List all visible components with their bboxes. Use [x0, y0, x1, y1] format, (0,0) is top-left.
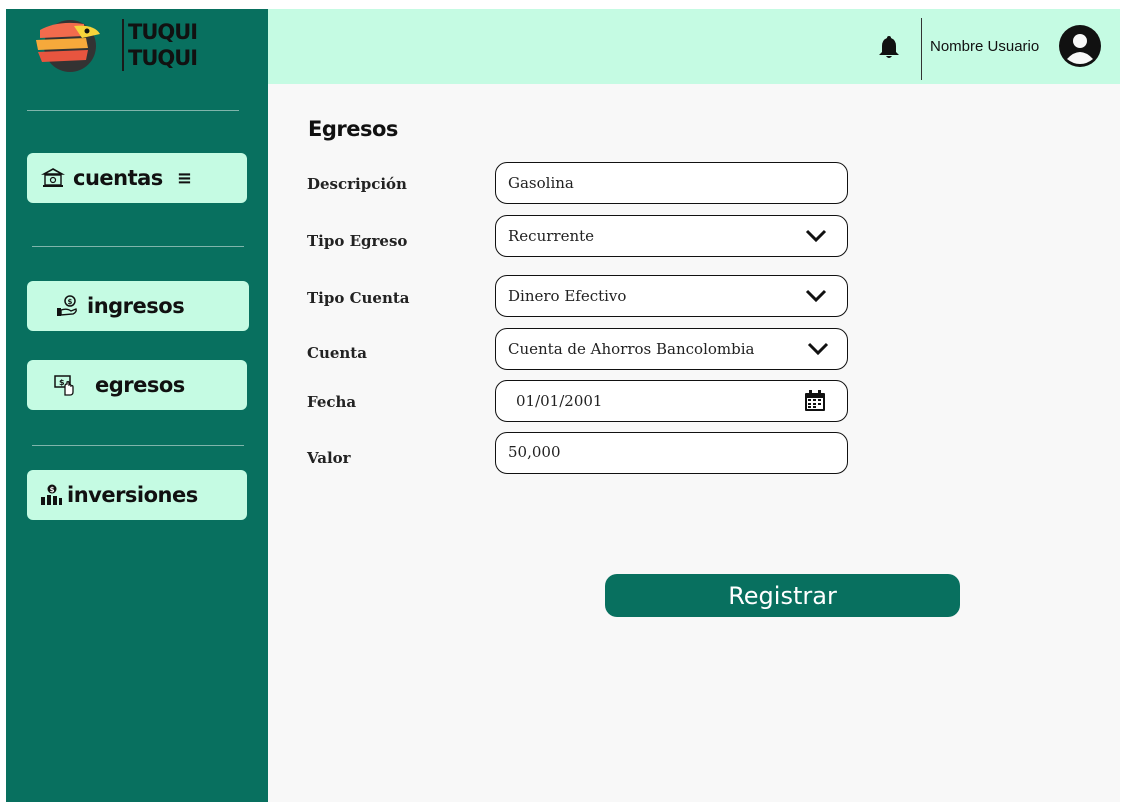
sidebar-item-egresos[interactable]: $ egresos: [27, 360, 247, 410]
field-value: 50,000: [508, 443, 561, 461]
hand-coin-icon: $: [55, 294, 79, 318]
cuenta-select[interactable]: Cuenta de Ahorros Bancolombia: [495, 328, 848, 370]
brand-line-1: TUQUI: [128, 20, 198, 44]
svg-text:$: $: [59, 378, 65, 387]
field-value: Dinero Efectivo: [508, 287, 627, 305]
sidebar-item-inversiones[interactable]: $ inversiones: [27, 470, 247, 520]
sidebar-divider: [32, 246, 244, 247]
field-value: 01/01/2001: [516, 392, 603, 410]
sidebar-divider: [27, 110, 239, 111]
sidebar-item-ingresos[interactable]: $ ingresos: [27, 281, 249, 331]
calendar-icon[interactable]: [803, 389, 827, 413]
brand-line-2: TUQUI: [128, 46, 198, 70]
field-label-descripcion: Descripción: [307, 175, 407, 193]
svg-text:$: $: [68, 298, 73, 306]
field-value: Cuenta de Ahorros Bancolombia: [508, 340, 755, 358]
chevron-down-icon: [805, 229, 827, 243]
bell-icon[interactable]: [878, 34, 900, 60]
field-label-fecha: Fecha: [307, 393, 357, 411]
user-avatar-icon[interactable]: [1058, 24, 1102, 68]
cash-hand-icon: $: [53, 373, 77, 397]
field-label-tipo-cuenta: Tipo Cuenta: [307, 289, 410, 307]
field-value: Recurrente: [508, 227, 595, 245]
field-value: Gasolina: [508, 174, 574, 192]
tipo-cuenta-select[interactable]: Dinero Efectivo: [495, 275, 848, 317]
sidebar-item-label: cuentas: [73, 166, 163, 190]
descripcion-input[interactable]: Gasolina: [495, 162, 848, 204]
sidebar-item-label: ingresos: [87, 294, 185, 318]
chevron-down-icon: [807, 342, 829, 356]
field-label-valor: Valor: [307, 449, 351, 467]
field-label-cuenta: Cuenta: [307, 344, 367, 362]
chevron-down-icon: [805, 289, 827, 303]
bank-icon: [41, 166, 65, 190]
sidebar-item-cuentas[interactable]: cuentas ≡: [27, 153, 247, 203]
page-title: Egresos: [308, 117, 398, 141]
fecha-input[interactable]: 01/01/2001: [495, 380, 848, 422]
sidebar-item-label: egresos: [95, 373, 185, 397]
toucan-logo-icon: [34, 16, 104, 74]
sidebar-item-label: inversiones: [67, 483, 198, 507]
svg-text:$: $: [50, 486, 55, 494]
registrar-button[interactable]: Registrar: [605, 574, 960, 617]
valor-input[interactable]: 50,000: [495, 432, 848, 474]
brand-name: TUQUI TUQUI: [122, 19, 198, 71]
header-divider: [921, 18, 922, 80]
sidebar-divider: [32, 445, 244, 446]
investment-icon: $: [39, 483, 63, 507]
menu-icon[interactable]: ≡: [177, 168, 192, 189]
field-label-tipo-egreso: Tipo Egreso: [307, 232, 408, 250]
tipo-egreso-select[interactable]: Recurrente: [495, 215, 848, 257]
user-name[interactable]: Nombre Usuario: [930, 38, 1039, 55]
